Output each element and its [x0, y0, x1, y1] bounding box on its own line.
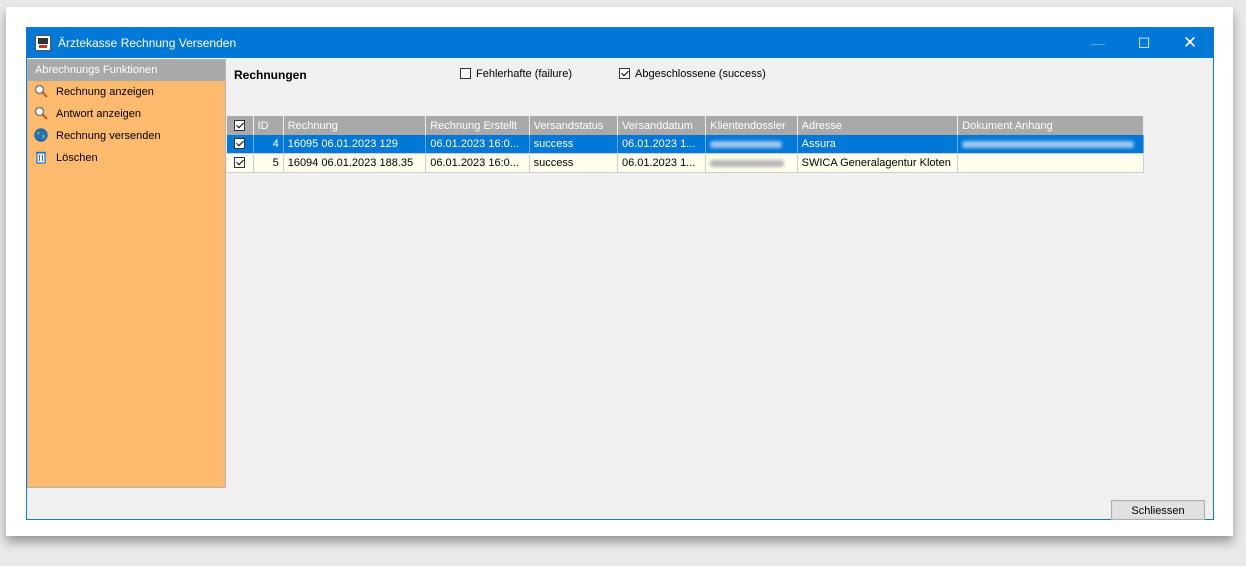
table-header-row: ID Rechnung Rechnung Erstellt Versandsta… [227, 116, 1144, 135]
close-window-button[interactable]: ✕ [1167, 28, 1213, 58]
checkbox-checked[interactable] [619, 68, 630, 79]
app-icon [35, 35, 51, 51]
window-title: Ärztekasse Rechnung Versenden [58, 36, 237, 50]
section-title: Rechnungen [234, 68, 307, 82]
column-header-versandstatus[interactable]: Versandstatus [529, 116, 618, 135]
success-filter-checkbox[interactable]: Abgeschlossene (success) [619, 68, 766, 80]
row-checkbox[interactable] [234, 138, 246, 149]
globe-icon [34, 128, 48, 142]
maximize-button[interactable]: ☐ [1121, 28, 1167, 58]
failure-filter-checkbox[interactable]: Fehlerhafte (failure) [460, 68, 572, 80]
table-row[interactable]: 4 16095 06.01.2023 129 06.01.2023 16:0..… [227, 135, 1144, 154]
cell-status: success [529, 153, 618, 173]
column-header-rechnung[interactable]: Rechnung [283, 116, 427, 135]
cell-adresse: SWICA Generalagentur Kloten [797, 153, 959, 173]
sidebar-item-label: Löschen [56, 152, 98, 164]
sidebar-item-label: Rechnung anzeigen [56, 86, 154, 98]
cell-erstellt: 06.01.2023 16:0... [425, 153, 530, 173]
invoice-table: ID Rechnung Rechnung Erstellt Versandsta… [227, 116, 1144, 173]
select-all-column-header[interactable] [227, 116, 254, 135]
cell-status: success [529, 135, 618, 154]
column-header-adresse[interactable]: Adresse [797, 116, 959, 135]
title-bar[interactable]: Ärztekasse Rechnung Versenden — ☐ ✕ [27, 28, 1213, 58]
column-header-klientendossier[interactable]: Klientendossier [705, 116, 798, 135]
cell-datum: 06.01.2023 1... [617, 135, 707, 154]
sidebar-item-loeschen[interactable]: Löschen [28, 147, 225, 169]
schliessen-button[interactable]: Schliessen [1111, 500, 1205, 520]
sidebar: Abrechnungs Funktionen Rechnung anzeigen… [27, 59, 226, 488]
cell-id: 5 [253, 153, 284, 173]
magnifier-icon [34, 106, 48, 120]
row-checkbox-cell[interactable] [227, 135, 254, 154]
checkbox-unchecked[interactable] [460, 68, 471, 79]
sidebar-header: Abrechnungs Funktionen [28, 60, 225, 81]
success-filter-label: Abgeschlossene (success) [635, 68, 766, 80]
sidebar-item-rechnung-anzeigen[interactable]: Rechnung anzeigen [28, 81, 225, 103]
sidebar-item-antwort-anzeigen[interactable]: Antwort anzeigen [28, 103, 225, 125]
column-header-rechnung-erstellt[interactable]: Rechnung Erstellt [425, 116, 530, 135]
minimize-button[interactable]: — [1075, 28, 1121, 58]
row-checkbox-cell[interactable] [227, 153, 254, 173]
cell-adresse: Assura [797, 135, 959, 154]
cell-id: 4 [253, 135, 284, 154]
cell-dossier-redacted [705, 153, 798, 173]
trash-icon [36, 151, 46, 164]
cell-anhang-redacted [957, 135, 1144, 154]
magnifier-icon [34, 84, 48, 98]
failure-filter-label: Fehlerhafte (failure) [476, 68, 572, 80]
cell-dossier-redacted [705, 135, 798, 154]
sidebar-item-rechnung-versenden[interactable]: Rechnung versenden [28, 125, 225, 147]
column-header-versanddatum[interactable]: Versanddatum [617, 116, 707, 135]
row-checkbox[interactable] [234, 157, 246, 168]
column-header-dokument-anhang[interactable]: Dokument Anhang [957, 116, 1144, 135]
screenshot-frame: Ärztekasse Rechnung Versenden — ☐ ✕ Abre… [6, 7, 1233, 536]
cell-anhang [957, 153, 1144, 173]
sidebar-item-label: Antwort anzeigen [56, 108, 141, 120]
select-all-checkbox[interactable] [234, 119, 246, 131]
table-row[interactable]: 5 16094 06.01.2023 188.35 06.01.2023 16:… [227, 153, 1144, 173]
column-header-id[interactable]: ID [253, 116, 284, 135]
sidebar-item-label: Rechnung versenden [56, 130, 161, 142]
main-panel: Rechnungen Fehlerhafte (failure) Abgesch… [227, 59, 1213, 519]
cell-datum: 06.01.2023 1... [617, 153, 707, 173]
cell-erstellt: 06.01.2023 16:0... [425, 135, 530, 154]
cell-rechnung: 16095 06.01.2023 129 [283, 135, 427, 154]
cell-rechnung: 16094 06.01.2023 188.35 [283, 153, 427, 173]
app-window: Ärztekasse Rechnung Versenden — ☐ ✕ Abre… [26, 27, 1214, 520]
